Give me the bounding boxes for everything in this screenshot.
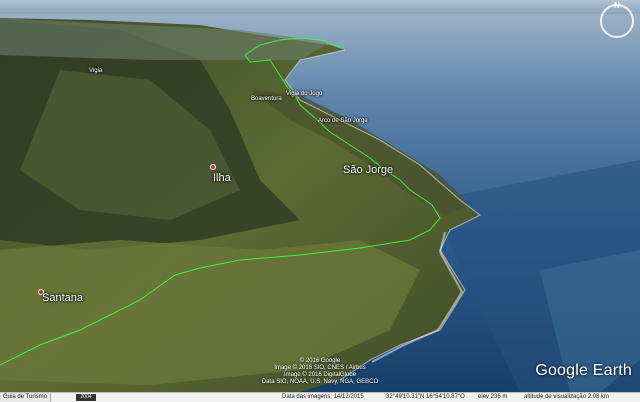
place-label-santana[interactable]: Santana bbox=[42, 292, 83, 304]
ilha-pin-icon[interactable] bbox=[210, 164, 216, 170]
place-label-arco-sao-jorge[interactable]: Arco de São Jorge bbox=[318, 118, 368, 124]
place-label-boaventura[interactable]: Boaventura bbox=[251, 96, 282, 102]
tour-guide-button[interactable]: Guia de Turismo bbox=[0, 393, 52, 402]
elevation-readout: elev 236 m bbox=[478, 394, 508, 400]
map-viewport[interactable]: Santana Ilha São Jorge Arco de São Jorge… bbox=[0, 0, 640, 402]
status-bar: Guia de Turismo 2004 Data das imagens: 1… bbox=[0, 392, 640, 402]
terrain-imagery bbox=[0, 0, 640, 392]
place-label-ilha[interactable]: Ilha bbox=[213, 172, 231, 184]
place-label-vigia-jogo[interactable]: Vigia do Jogo bbox=[286, 91, 322, 97]
credit-line-4: Data SIO, NOAA, U.S. Navy, NGA, GEBCO bbox=[261, 379, 379, 385]
eye-altitude-readout: altitude de visualização 2.08 km bbox=[524, 394, 610, 400]
google-earth-logo: Google Earth bbox=[535, 362, 632, 379]
place-label-vigia[interactable]: Vigia bbox=[89, 68, 102, 74]
compass-icon[interactable]: N bbox=[600, 1, 634, 38]
imagery-date: Data das imagens: 14/12/2015 bbox=[282, 394, 364, 400]
place-label-sao-jorge[interactable]: São Jorge bbox=[343, 164, 393, 176]
historical-imagery-year[interactable]: 2004 bbox=[76, 394, 96, 401]
compass-north-label: N bbox=[614, 1, 620, 10]
coordinates-readout: 32°49'10.31"N 16°54'10.87"O bbox=[386, 394, 465, 400]
